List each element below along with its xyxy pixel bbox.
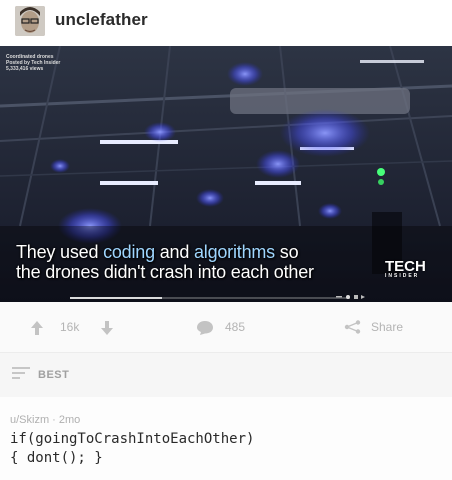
video-meta-views: 5,333,416 views	[6, 66, 44, 72]
comment-age: 2mo	[58, 414, 81, 426]
caption-line-2: the drones didn't crash into each other	[16, 262, 314, 282]
comment: u/Skizm · 2mo if(goingToCrashIntoEachOth…	[0, 397, 452, 480]
caption-highlight-algorithms: algorithms	[193, 242, 275, 262]
caption-text-3: so	[274, 242, 299, 262]
post-actions-bar: 16k 485 Share	[0, 302, 452, 352]
video-caption: They used coding and algorithms so the d…	[16, 242, 314, 282]
video-meta: Coordinated drones Posted by Tech Inside…	[6, 54, 60, 72]
comment-code-line-1: if(goingToCrashIntoEachOther)	[10, 431, 255, 447]
caption-highlight-coding: coding	[103, 242, 155, 262]
avatar-image	[15, 6, 45, 36]
sort-label[interactable]: BEST	[38, 369, 69, 381]
caption-text-2: and	[154, 242, 194, 262]
caption-text-1: They used	[16, 242, 104, 262]
video-progress-fill	[70, 297, 163, 299]
vote-score: 16k	[60, 320, 80, 334]
caption-line-1: They used coding and algorithms so	[16, 242, 314, 262]
tech-insider-logo: TECH INSIDER	[385, 259, 426, 279]
comment-body: if(goingToCrashIntoEachOther) { dont(); }	[10, 430, 254, 468]
downvote-icon[interactable]	[100, 320, 114, 336]
video-frame[interactable]: Coordinated drones Posted by Tech Inside…	[0, 46, 452, 302]
comment-separator: ·	[49, 414, 59, 426]
share-icon[interactable]	[344, 320, 362, 334]
avatar[interactable]	[15, 6, 45, 36]
share-button[interactable]: Share	[371, 320, 403, 334]
post-header: unclefather	[0, 0, 452, 46]
video-progress-bar[interactable]	[70, 297, 350, 299]
comment-author[interactable]: u/Skizm	[10, 414, 49, 426]
comment-meta: u/Skizm · 2mo	[10, 414, 80, 426]
comment-sort-bar[interactable]: BEST	[0, 352, 452, 397]
comment-code-line-2: { dont(); }	[10, 450, 103, 466]
comment-count: 485	[225, 320, 246, 334]
upvote-icon[interactable]	[30, 320, 44, 336]
comment-icon[interactable]	[196, 320, 214, 336]
sort-icon	[12, 367, 30, 379]
username[interactable]: unclefather	[55, 10, 148, 30]
